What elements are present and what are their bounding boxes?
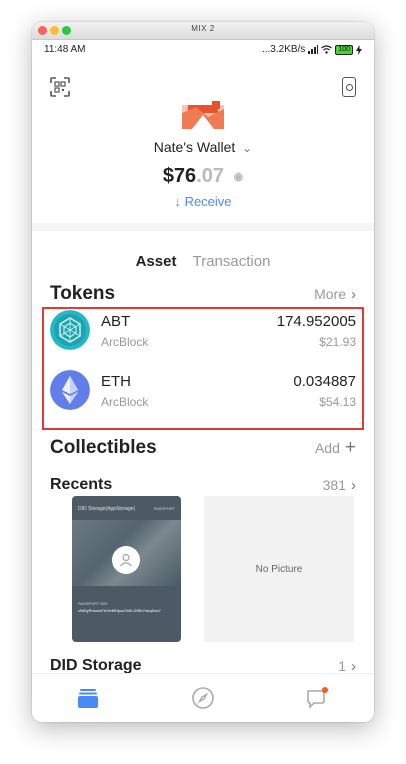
abt-token-icon — [50, 310, 90, 350]
add-collectible-button[interactable]: Add + — [315, 437, 356, 459]
status-bar: 11:48 AM ...3.2KB/s 100 — [32, 40, 374, 60]
wifi-icon — [321, 45, 333, 54]
section-divider — [32, 223, 374, 231]
network-speed: ...3.2KB/s — [261, 44, 306, 55]
receive-button[interactable]: ↓ Receive — [32, 194, 374, 209]
collectibles-header: Collectibles Add + — [50, 437, 356, 459]
wallet-avatar[interactable] — [182, 101, 224, 133]
token-symbol: ETH — [101, 373, 131, 390]
did-storage-more-link[interactable]: 1 › — [338, 658, 356, 675]
did-storage-header: DID Storage 1 › — [50, 657, 356, 674]
more-label: More — [314, 286, 346, 302]
token-row-eth[interactable]: ETH ArcBlock 0.034887 $54.13 — [50, 367, 356, 417]
wallet-nav-icon[interactable] — [76, 686, 100, 710]
eye-icon[interactable]: ◉ — [234, 170, 244, 183]
recents-title: Recents — [50, 476, 113, 493]
token-symbol: ABT — [101, 313, 131, 330]
token-usd-value: $54.13 — [319, 395, 356, 409]
tokens-header: Tokens More › — [50, 283, 356, 305]
scan-icon[interactable] — [50, 77, 70, 97]
card-did-label: PASSPORT DID — [78, 601, 108, 606]
recents-count: 381 — [322, 477, 346, 493]
status-time: 11:48 AM — [44, 44, 86, 55]
wallet-name[interactable]: Nate's Wallet — [154, 139, 236, 155]
add-label: Add — [314, 440, 340, 456]
card-did-address: zNKtyRmoxuFeXfvMHpacTaSLDSfbYxbqDzz7 — [78, 608, 161, 613]
recent-card-did-storage[interactable]: DID Storage(AppStorage) PASSPORT PASSPOR… — [72, 496, 181, 642]
window-titlebar: MIX 2 — [32, 22, 374, 40]
signal-icon — [308, 45, 319, 54]
token-issuer: ArcBlock — [101, 335, 149, 349]
tab-transaction[interactable]: Transaction — [193, 253, 271, 270]
wallet-screen: Nate's Wallet ⌄ $76.07 ◉ ↓ Receive Asset… — [32, 59, 374, 674]
did-card-icon[interactable] — [342, 77, 356, 97]
tokens-more-link[interactable]: More › — [314, 286, 356, 303]
token-amount: 174.952005 — [276, 313, 356, 330]
compass-icon[interactable] — [191, 686, 215, 710]
user-icon — [112, 546, 140, 574]
device-window: MIX 2 11:48 AM ...3.2KB/s 100 Nate's Wal… — [32, 22, 374, 722]
chevron-right-icon: › — [351, 285, 356, 303]
balance-decimal: .07 — [196, 165, 224, 187]
card-passport-label: PASSPORT — [153, 506, 175, 511]
recents-header: Recents 381 › — [50, 476, 356, 494]
recents-more-link[interactable]: 381 › — [323, 477, 356, 494]
window-title: MIX 2 — [191, 24, 215, 33]
plus-icon: + — [344, 437, 356, 458]
balance-whole: $76 — [162, 165, 197, 187]
token-issuer: ArcBlock — [101, 395, 149, 409]
wallet-balance: $76.07 ◉ — [32, 165, 374, 188]
chevron-down-icon[interactable]: ⌄ — [242, 141, 252, 155]
messages-icon[interactable] — [305, 686, 329, 710]
card-title: DID Storage(AppStorage) — [78, 506, 136, 512]
token-usd-value: $21.93 — [319, 335, 356, 349]
did-storage-title: DID Storage — [50, 657, 142, 674]
tokens-title: Tokens — [50, 283, 116, 304]
chevron-right-icon: › — [351, 657, 356, 675]
did-storage-count: 1 — [338, 658, 346, 674]
recents-cards: DID Storage(AppStorage) PASSPORT PASSPOR… — [72, 496, 354, 642]
no-picture-label: No Picture — [255, 563, 303, 575]
token-row-abt[interactable]: ABT ArcBlock 174.952005 $21.93 — [50, 307, 356, 357]
charging-icon — [356, 44, 362, 55]
chevron-right-icon: › — [351, 476, 356, 494]
recent-card-no-picture[interactable]: No Picture — [204, 496, 354, 642]
eth-token-icon — [50, 370, 90, 410]
battery-icon: 100 — [335, 44, 353, 55]
token-amount: 0.034887 — [293, 373, 356, 390]
bottom-nav — [32, 673, 374, 722]
collectibles-title: Collectibles — [50, 437, 157, 458]
asset-tabs: Asset Transaction — [32, 253, 374, 270]
tab-asset[interactable]: Asset — [136, 253, 177, 270]
